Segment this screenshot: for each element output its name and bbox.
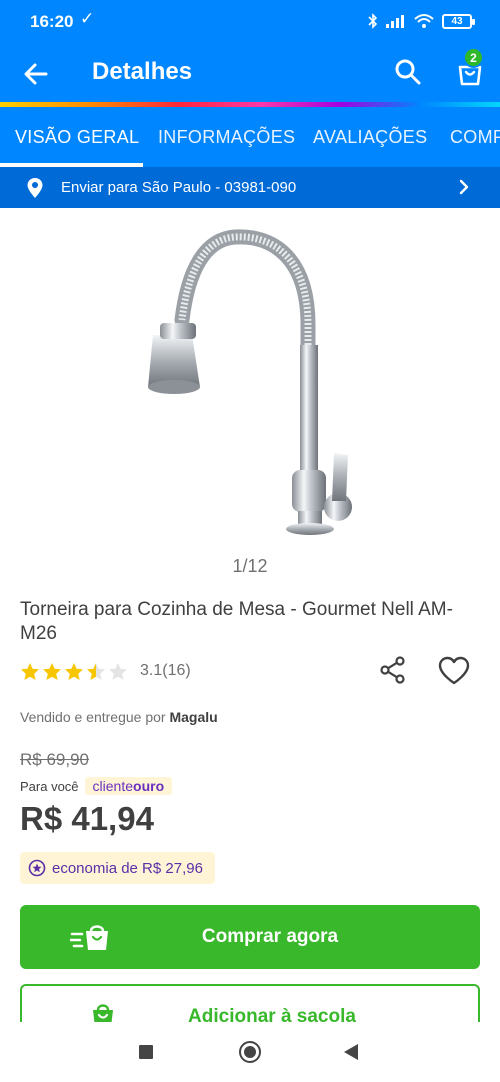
cliente-ouro-prefix: cliente — [92, 778, 134, 794]
system-nav-bar — [0, 1022, 500, 1082]
star-circle-icon — [28, 859, 46, 877]
star-full-icon — [43, 662, 61, 680]
recent-apps-icon[interactable] — [139, 1045, 153, 1059]
current-price: R$ 41,94 — [20, 800, 154, 837]
para-voce-row: Para você clienteouro — [20, 777, 173, 795]
savings-text: economia de R$ 27,96 — [52, 859, 203, 877]
status-bar: 16:20 ✓ 43 — [0, 0, 500, 44]
image-counter: 1/12 — [232, 556, 268, 576]
page-title: Detalhes — [92, 58, 193, 85]
cart-count-badge: 2 — [463, 47, 484, 68]
location-pin-icon — [27, 178, 43, 198]
para-voce-label: Para você — [20, 778, 79, 794]
tab-informacoes[interactable]: INFORMAÇÕES — [158, 127, 295, 148]
status-icons: 43 — [368, 13, 475, 29]
app-header: Detalhes — [0, 44, 500, 102]
delivery-location-text: Enviar para São Paulo - 03981-090 — [61, 179, 297, 196]
signal-icon — [386, 15, 404, 28]
old-price: R$ 69,90 — [20, 750, 89, 769]
back-arrow-icon[interactable] — [20, 58, 52, 90]
tab-comparar[interactable]: COMP — [450, 127, 500, 148]
cliente-ouro-suffix: ouro — [133, 778, 165, 794]
star-full-icon — [21, 662, 39, 680]
home-icon[interactable] — [239, 1041, 261, 1063]
star-empty-icon — [109, 662, 127, 680]
rating-stars — [20, 662, 128, 681]
bluetooth-icon — [368, 13, 378, 29]
chevron-right-icon — [459, 179, 469, 195]
seller-prefix: Vendido e entregue por — [20, 709, 166, 725]
seller-name[interactable]: Magalu — [169, 709, 217, 725]
rating-row[interactable]: 3.1(16) — [20, 659, 191, 683]
wifi-icon — [414, 14, 434, 28]
cliente-ouro-badge: clienteouro — [84, 777, 173, 795]
status-time: 16:20 — [30, 12, 74, 31]
buy-now-label: Comprar agora — [201, 926, 339, 947]
share-icon[interactable] — [378, 655, 408, 685]
heart-icon[interactable] — [437, 655, 471, 687]
product-image[interactable] — [120, 215, 380, 545]
delivery-location-bar[interactable]: Enviar para São Paulo - 03981-090 — [0, 167, 500, 208]
seller-info: Vendido e entregue por Magalu — [20, 709, 218, 725]
tab-visao-geral[interactable]: VISÃO GERAL — [15, 127, 139, 148]
buy-now-button[interactable]: Comprar agora — [20, 905, 480, 969]
system-back-icon[interactable] — [344, 1044, 358, 1060]
savings-badge: economia de R$ 27,96 — [20, 852, 215, 884]
search-icon[interactable] — [392, 56, 424, 88]
tab-avaliacoes[interactable]: AVALIAÇÕES — [313, 127, 427, 148]
download-check-icon: ✓ — [80, 9, 95, 28]
rating-text: 3.1(16) — [140, 662, 191, 679]
product-title: Torneira para Cozinha de Mesa - Gourmet … — [20, 599, 453, 644]
star-half-icon — [87, 662, 105, 680]
tab-bar: VISÃO GERAL INFORMAÇÕES AVALIAÇÕES COMP — [0, 107, 500, 167]
star-full-icon — [65, 662, 83, 680]
battery-icon: 43 — [442, 13, 475, 29]
